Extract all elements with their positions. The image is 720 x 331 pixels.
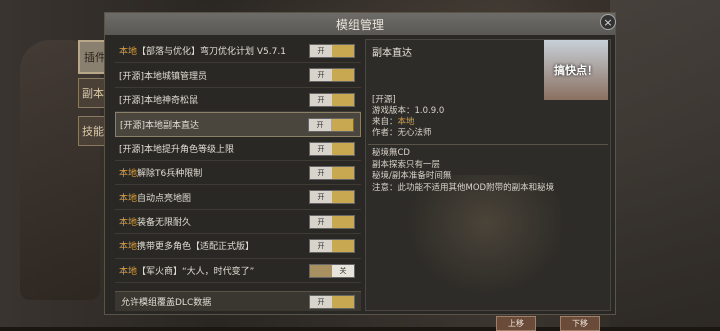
toggle-knob bbox=[332, 191, 354, 204]
dlc-override-toggle[interactable]: 开 bbox=[309, 295, 355, 309]
mod-name: 【军火商】“大人，时代变了” bbox=[137, 266, 255, 277]
meta-source-value: 本地 bbox=[397, 117, 415, 127]
mod-source-tag: 本地 bbox=[119, 217, 138, 228]
toggle-label: 开 bbox=[309, 119, 331, 132]
mod-name: 自动点亮地图 bbox=[137, 193, 192, 204]
meta-author: 作者：无心法师 bbox=[372, 128, 432, 138]
mod-name: 携带更多角色【适配正式版】 bbox=[137, 242, 255, 253]
meta-game-version: 游戏版本：1.0.9.0 bbox=[372, 106, 445, 116]
mod-name: 【部落与优化】弯刀优化计划 V5.7.1 bbox=[137, 47, 286, 58]
toggle-knob bbox=[332, 166, 354, 179]
toggle-label: 开 bbox=[310, 69, 332, 82]
tab-dungeon-label: 副本 bbox=[82, 87, 104, 100]
tab-plugins-label: 插件 bbox=[84, 51, 106, 64]
mod-source-tag: [开源]本地 bbox=[120, 120, 164, 131]
meta-source-label: 来自： bbox=[372, 117, 398, 127]
dlc-override-row[interactable]: 允许模组覆盖DLC数据 开 bbox=[115, 291, 361, 311]
toggle-label: 开 bbox=[310, 296, 332, 308]
detail-divider bbox=[368, 144, 608, 145]
mod-source-tag: [开源]本地 bbox=[119, 71, 163, 82]
mod-thumbnail: 搞快点！ bbox=[544, 40, 608, 100]
mod-name: 神奇松鼠 bbox=[162, 95, 199, 106]
desc-line: 秘境無CD bbox=[372, 148, 410, 158]
meta-open-source: [开源] bbox=[372, 95, 396, 105]
toggle-label: 开 bbox=[310, 142, 332, 155]
desc-line: 秘境/副本准备时间無 bbox=[372, 171, 452, 181]
mod-row-5[interactable]: 本地 解除T6兵种限制 开 bbox=[115, 161, 361, 186]
desc-line: 注意：此功能不适用其他MOD附带的副本和秘境 bbox=[372, 182, 555, 193]
toggle-label: 开 bbox=[310, 45, 332, 57]
mod-row-6[interactable]: 本地 自动点亮地图 开 bbox=[115, 185, 361, 210]
move-down-button[interactable]: 下移 bbox=[560, 316, 600, 331]
toggle-knob bbox=[332, 240, 354, 253]
toggle-knob bbox=[332, 296, 354, 308]
mod-name: 装备无限耐久 bbox=[137, 217, 192, 228]
close-icon[interactable]: × bbox=[600, 14, 616, 30]
toggle-label: 开 bbox=[310, 93, 332, 106]
toggle-label: 开 bbox=[310, 240, 332, 253]
window-titlebar: 模组管理 bbox=[105, 13, 615, 35]
close-glyph: × bbox=[603, 15, 613, 29]
mod-description: 秘境無CD 副本探索只有一层 秘境/副本准备时间無 注意：此功能不适用其他MOD… bbox=[372, 148, 554, 194]
mod-toggle[interactable]: 开 bbox=[309, 141, 355, 156]
mod-name: 提升角色等级上限 bbox=[162, 144, 235, 155]
mod-toggle[interactable]: 开 bbox=[309, 190, 355, 205]
toggle-knob bbox=[332, 45, 354, 57]
toggle-knob bbox=[332, 142, 354, 155]
mod-name: 副本直达 bbox=[163, 120, 200, 131]
desc-line: 副本探索只有一层 bbox=[372, 159, 441, 170]
dlc-override-label: 允许模组覆盖DLC数据 bbox=[121, 298, 212, 308]
mod-list[interactable]: 本地 【部落与优化】弯刀优化计划 V5.7.1 开 [开源]本地 城镇管理员开 [开源… bbox=[115, 39, 361, 297]
mod-manager-window: 模组管理 本地 【部落与优化】弯刀优化计划 V5.7.1 开 [开源]本地 城镇管理员… bbox=[104, 12, 616, 331]
mod-row-3[interactable]: [开源]本地 副本直达 开 bbox=[115, 112, 361, 137]
mod-source-tag: [开源]本地 bbox=[119, 144, 163, 155]
mod-source-tag: 本地 bbox=[119, 169, 138, 180]
mod-row-9[interactable]: 本地 【军火商】“大人，时代变了” 关 bbox=[115, 259, 361, 283]
mod-source-tag: 本地 bbox=[119, 193, 138, 204]
meta-source: 来自：本地 bbox=[372, 117, 444, 128]
mod-source-tag: 本地 bbox=[119, 242, 138, 253]
tab-skills-label: 技能 bbox=[82, 125, 104, 138]
mod-row-7[interactable]: 本地 装备无限耐久 开 bbox=[115, 210, 361, 235]
mod-name: 城镇管理员 bbox=[162, 71, 208, 82]
toggle-knob bbox=[310, 264, 332, 277]
mod-toggle[interactable]: 开 bbox=[309, 44, 355, 58]
mod-toggle[interactable]: 关 bbox=[309, 263, 355, 278]
toggle-label: 关 bbox=[332, 264, 354, 277]
detail-title: 副本直达 bbox=[372, 48, 412, 59]
background-panel-right bbox=[610, 0, 720, 327]
toggle-label: 开 bbox=[310, 191, 332, 204]
mod-toggle[interactable]: 开 bbox=[309, 165, 355, 180]
toggle-knob bbox=[332, 93, 354, 106]
toggle-knob bbox=[332, 215, 354, 228]
mod-toggle[interactable]: 开 bbox=[308, 118, 354, 133]
mod-row-0[interactable]: 本地 【部落与优化】弯刀优化计划 V5.7.1 开 bbox=[115, 39, 361, 64]
mod-toggle[interactable]: 开 bbox=[309, 92, 355, 107]
mod-source-tag: [开源]本地 bbox=[119, 95, 163, 106]
toggle-label: 开 bbox=[310, 215, 332, 228]
mod-name: 解除T6兵种限制 bbox=[137, 169, 203, 180]
move-up-button[interactable]: 上移 bbox=[496, 316, 536, 331]
mod-row-1[interactable]: [开源]本地 城镇管理员 开 bbox=[115, 63, 361, 88]
mod-row-8[interactable]: 本地 携带更多角色【适配正式版】 开 bbox=[115, 234, 361, 259]
mod-toggle[interactable]: 开 bbox=[309, 68, 355, 83]
toggle-knob bbox=[331, 119, 353, 132]
thumbnail-caption: 搞快点！ bbox=[554, 64, 598, 77]
mod-detail-panel: 副本直达 搞快点！ [开源] 游戏版本：1.0.9.0 来自：本地 作者：无心法… bbox=[365, 39, 611, 331]
mod-toggle[interactable]: 开 bbox=[309, 239, 355, 254]
mod-source-tag: 本地 bbox=[119, 266, 138, 277]
mod-row-4[interactable]: [开源]本地 提升角色等级上限 开 bbox=[115, 137, 361, 161]
mod-source-tag: 本地 bbox=[119, 47, 138, 58]
toggle-knob bbox=[332, 69, 354, 82]
mod-row-2[interactable]: [开源]本地 神奇松鼠 开 bbox=[115, 88, 361, 113]
toggle-label: 开 bbox=[310, 166, 332, 179]
window-title: 模组管理 bbox=[335, 17, 384, 32]
mod-toggle[interactable]: 开 bbox=[309, 214, 355, 229]
mod-meta: [开源] 游戏版本：1.0.9.0 来自：本地 作者：无心法师 bbox=[372, 95, 444, 139]
